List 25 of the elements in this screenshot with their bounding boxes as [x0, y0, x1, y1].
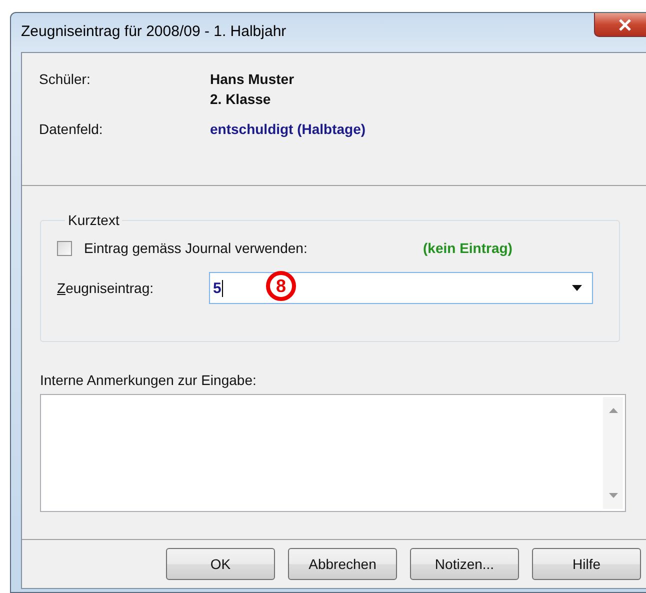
notes-label: Interne Anmerkungen zur Eingabe: — [40, 372, 258, 388]
scroll-down-icon[interactable] — [608, 493, 618, 498]
dialog-button[interactable]: OK — [166, 548, 275, 580]
window-title: Zeugniseintrag für 2008/09 - 1. Halbjahr — [21, 22, 286, 40]
field-label: Schüler: — [39, 71, 92, 89]
close-button[interactable] — [594, 13, 646, 37]
field-name: entschuldigt (Halbtage) — [210, 121, 366, 137]
student-info: Hans Muster — [210, 71, 294, 87]
journal-value: (kein Eintrag) — [423, 240, 512, 256]
scrollbar[interactable] — [603, 397, 623, 509]
notes-field[interactable] — [40, 394, 626, 512]
entry-combobox[interactable]: 5 8 — [209, 272, 593, 304]
dialog-button[interactable]: Hilfe — [532, 548, 641, 580]
scroll-up-icon[interactable] — [608, 408, 618, 413]
dialog-button[interactable]: Notizen... — [410, 548, 519, 580]
journal-checkbox[interactable]: Eintrag gemäss Journal verwenden: — [57, 240, 423, 256]
annotation-badge: 8 — [266, 271, 296, 301]
field-label: Datenfeld: — [39, 121, 104, 137]
dialog-button[interactable]: Abbrechen — [288, 548, 397, 580]
checkbox[interactable] — [57, 240, 72, 256]
student-info: 2. Klasse — [210, 91, 272, 107]
caret-icon — [572, 285, 582, 291]
group-title: Kurztext — [67, 212, 120, 228]
close-icon — [618, 18, 632, 30]
entry-label: Zeugniseintrag: — [57, 280, 155, 296]
